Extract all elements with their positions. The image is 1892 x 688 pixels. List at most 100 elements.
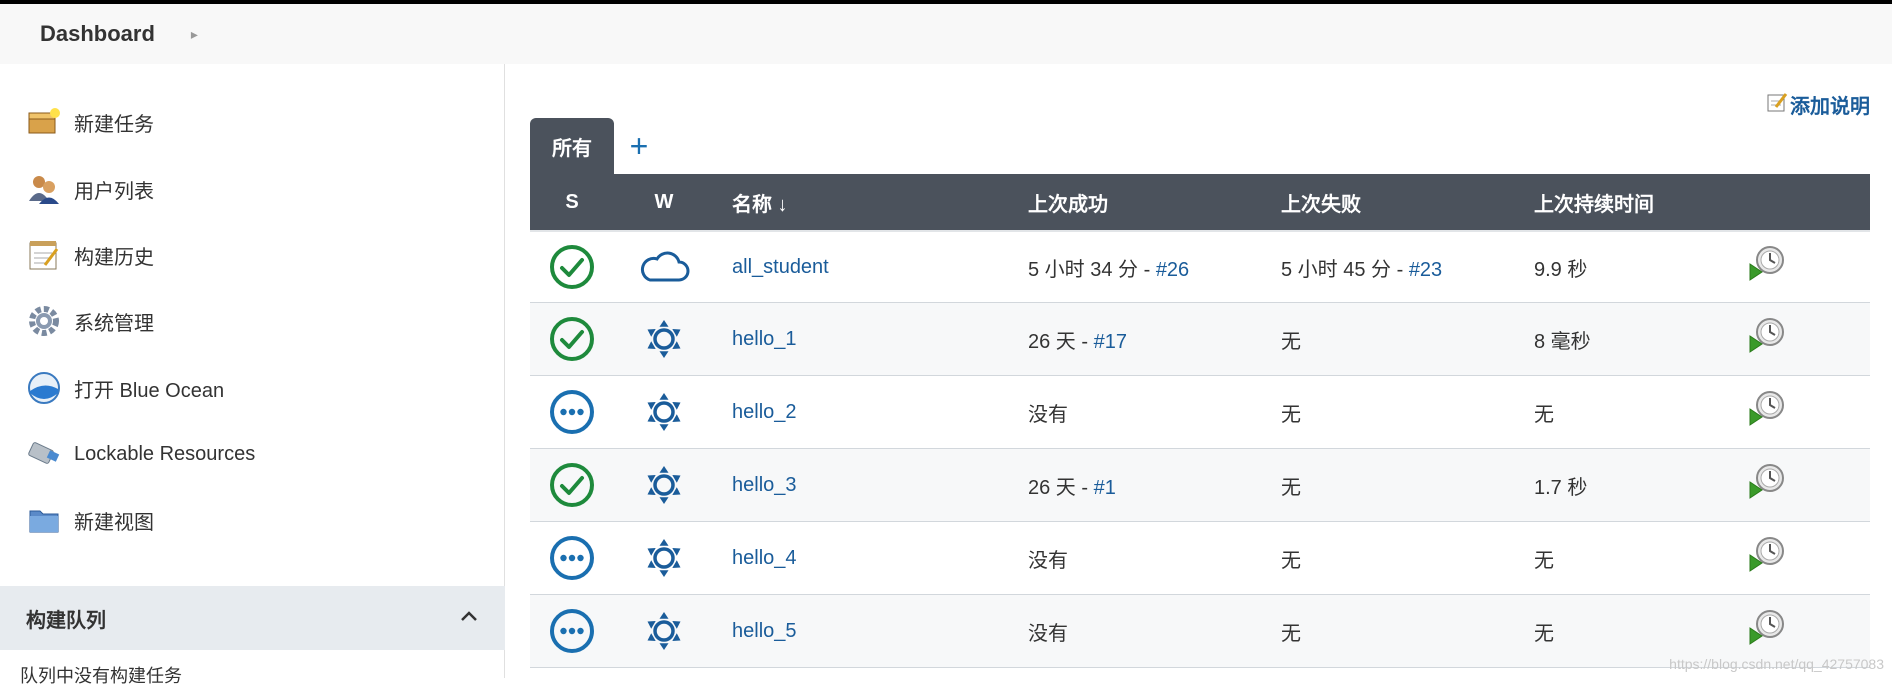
last-success-text: 26 天 - bbox=[1028, 477, 1094, 499]
last-failure-text: 无 bbox=[1281, 550, 1301, 572]
last-failure-text: 无 bbox=[1281, 623, 1301, 645]
table-row: hello_1 26 天 - #17 无 8 毫秒 bbox=[530, 303, 1870, 376]
last-duration-cell: 无 bbox=[1534, 398, 1730, 427]
add-view-button[interactable]: + bbox=[614, 118, 664, 174]
last-duration-cell: 1.7 秒 bbox=[1534, 471, 1730, 500]
table-row: all_student 5 小时 34 分 - #26 5 小时 45 分 - … bbox=[530, 230, 1870, 303]
last-failure-text: 5 小时 45 分 - bbox=[1281, 259, 1409, 281]
folder-icon bbox=[26, 502, 62, 538]
last-success-build-link[interactable]: #26 bbox=[1156, 259, 1189, 281]
last-success-text: 没有 bbox=[1028, 623, 1068, 645]
success-check-icon[interactable] bbox=[530, 244, 614, 290]
table-row: hello_3 26 天 - #1 无 1.7 秒 bbox=[530, 449, 1870, 522]
last-success-text: 26 天 - bbox=[1028, 331, 1094, 353]
sidebar-item-new-task[interactable]: 新建任务 bbox=[26, 102, 154, 142]
sidebar-item-label: Lockable Resources bbox=[74, 443, 255, 466]
last-duration-cell: 无 bbox=[1534, 544, 1730, 573]
not-built-icon[interactable] bbox=[530, 608, 614, 654]
watermark: https://blog.csdn.net/qq_42757083 bbox=[1669, 656, 1884, 672]
last-success-text: 5 小时 34 分 - bbox=[1028, 259, 1156, 281]
last-success-build-link[interactable]: #17 bbox=[1094, 331, 1127, 353]
notepad-icon bbox=[26, 237, 62, 273]
last-failure-cell: 无 bbox=[1281, 617, 1534, 646]
job-name-link[interactable]: hello_5 bbox=[732, 620, 797, 642]
build-queue-empty: 队列中没有构建任务 bbox=[20, 662, 182, 688]
job-name-link[interactable]: hello_4 bbox=[732, 547, 797, 569]
usb-icon bbox=[26, 436, 62, 472]
col-last-failure[interactable]: 上次失败 bbox=[1281, 188, 1534, 217]
sunny-weather-icon[interactable] bbox=[614, 535, 714, 581]
last-failure-cell: 无 bbox=[1281, 471, 1534, 500]
last-duration-cell: 无 bbox=[1534, 617, 1730, 646]
col-weather[interactable]: W bbox=[614, 191, 714, 214]
build-now-icon[interactable] bbox=[1730, 535, 1870, 581]
col-status[interactable]: S bbox=[530, 191, 614, 214]
col-last-duration[interactable]: 上次持续时间 bbox=[1534, 188, 1730, 217]
last-failure-cell: 无 bbox=[1281, 544, 1534, 573]
tab-all[interactable]: 所有 bbox=[530, 118, 614, 174]
add-description-label: 添加说明 bbox=[1790, 90, 1870, 119]
sunny-weather-icon[interactable] bbox=[614, 316, 714, 362]
sidebar: 新建任务 用户列表 构建历史 系统管理 打开 Blue Ocean Lockab… bbox=[0, 64, 505, 678]
sunny-weather-icon[interactable] bbox=[614, 608, 714, 654]
view-tabs: 所有 + bbox=[530, 118, 664, 174]
sidebar-item-label: 新建任务 bbox=[74, 108, 154, 137]
sidebar-item-label: 打开 Blue Ocean bbox=[74, 374, 224, 403]
last-failure-cell: 5 小时 45 分 - #23 bbox=[1281, 253, 1534, 282]
last-failure-build-link[interactable]: #23 bbox=[1409, 259, 1442, 281]
job-name-link[interactable]: hello_3 bbox=[732, 474, 797, 496]
breadcrumb-chevron-icon[interactable]: ▸ bbox=[191, 26, 198, 43]
sunny-weather-icon[interactable] bbox=[614, 389, 714, 435]
last-failure-text: 无 bbox=[1281, 404, 1301, 426]
last-success-build-link[interactable]: #1 bbox=[1094, 477, 1116, 499]
sidebar-item-lockable-resources[interactable]: Lockable Resources bbox=[26, 434, 255, 474]
build-now-icon[interactable] bbox=[1730, 389, 1870, 435]
build-now-icon[interactable] bbox=[1730, 316, 1870, 362]
job-name-link[interactable]: hello_1 bbox=[732, 328, 797, 350]
sidebar-item-build-history[interactable]: 构建历史 bbox=[26, 235, 154, 275]
table-body: all_student 5 小时 34 分 - #26 5 小时 45 分 - … bbox=[530, 230, 1870, 668]
sidebar-item-label: 系统管理 bbox=[74, 307, 154, 336]
last-success-cell: 没有 bbox=[1028, 398, 1281, 427]
build-now-icon[interactable] bbox=[1730, 608, 1870, 654]
last-failure-cell: 无 bbox=[1281, 325, 1534, 354]
col-last-success[interactable]: 上次成功 bbox=[1028, 188, 1281, 217]
table-row: hello_4 没有 无 无 bbox=[530, 522, 1870, 595]
build-queue-title: 构建队列 bbox=[26, 604, 106, 633]
blue-ocean-icon bbox=[26, 370, 62, 406]
build-queue-header[interactable]: 构建队列 bbox=[0, 586, 505, 650]
build-now-icon[interactable] bbox=[1730, 462, 1870, 508]
breadcrumb-dashboard[interactable]: Dashboard bbox=[40, 21, 155, 47]
new-task-icon bbox=[26, 104, 62, 140]
breadcrumb: Dashboard ▸ bbox=[0, 4, 1892, 64]
success-check-icon[interactable] bbox=[530, 316, 614, 362]
last-duration-cell: 9.9 秒 bbox=[1534, 253, 1730, 282]
sidebar-item-label: 用户列表 bbox=[74, 175, 154, 204]
success-check-icon[interactable] bbox=[530, 462, 614, 508]
gear-icon bbox=[26, 303, 62, 339]
not-built-icon[interactable] bbox=[530, 535, 614, 581]
last-success-text: 没有 bbox=[1028, 550, 1068, 572]
sunny-weather-icon[interactable] bbox=[614, 462, 714, 508]
last-success-cell: 26 天 - #1 bbox=[1028, 471, 1281, 500]
cloud-weather-icon[interactable] bbox=[614, 249, 714, 285]
chevron-up-icon[interactable] bbox=[459, 609, 479, 628]
not-built-icon[interactable] bbox=[530, 389, 614, 435]
jobs-table: S W 名称 ↓ 上次成功 上次失败 上次持续时间 all_student 5 … bbox=[530, 174, 1870, 668]
sidebar-item-manage[interactable]: 系统管理 bbox=[26, 301, 154, 341]
sidebar-item-new-view[interactable]: 新建视图 bbox=[26, 500, 154, 540]
table-header: S W 名称 ↓ 上次成功 上次失败 上次持续时间 bbox=[530, 174, 1870, 230]
last-success-cell: 没有 bbox=[1028, 544, 1281, 573]
sidebar-item-users[interactable]: 用户列表 bbox=[26, 169, 154, 209]
last-failure-text: 无 bbox=[1281, 331, 1301, 353]
job-name-link[interactable]: all_student bbox=[732, 256, 829, 278]
sidebar-item-blue-ocean[interactable]: 打开 Blue Ocean bbox=[26, 368, 224, 408]
col-name[interactable]: 名称 ↓ bbox=[714, 188, 1028, 217]
add-description-link[interactable]: 添加说明 bbox=[1766, 90, 1870, 119]
last-success-cell: 5 小时 34 分 - #26 bbox=[1028, 253, 1281, 282]
users-icon bbox=[26, 171, 62, 207]
job-name-link[interactable]: hello_2 bbox=[732, 401, 797, 423]
last-failure-text: 无 bbox=[1281, 477, 1301, 499]
sidebar-item-label: 构建历史 bbox=[74, 241, 154, 270]
build-now-icon[interactable] bbox=[1730, 244, 1870, 290]
